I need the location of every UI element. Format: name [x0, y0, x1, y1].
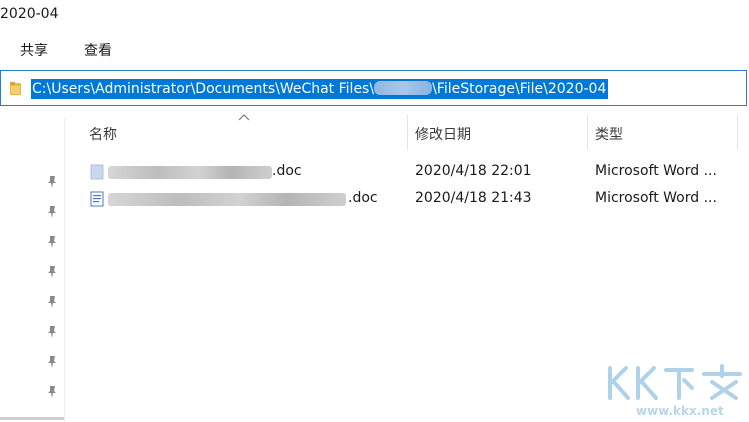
- file-type: Microsoft Word ...: [595, 190, 717, 206]
- pin-icon[interactable]: [46, 355, 58, 369]
- redacted-username: [374, 81, 433, 95]
- file-type: Microsoft Word ...: [595, 163, 717, 179]
- column-header-name[interactable]: 名称: [89, 124, 117, 144]
- folder-icon: [10, 82, 21, 95]
- tab-share[interactable]: 共享: [20, 40, 48, 60]
- word-document-icon: [90, 164, 104, 180]
- address-path-suffix: \FileStorage\File\2020-04: [432, 81, 607, 97]
- pin-icon[interactable]: [46, 265, 58, 279]
- pin-icon[interactable]: [46, 295, 58, 309]
- address-path-prefix: C:\Users\Administrator\Documents\WeChat …: [32, 81, 375, 97]
- redacted-filename: [108, 166, 272, 179]
- pin-icon[interactable]: [46, 235, 58, 249]
- file-extension: .doc: [272, 163, 302, 179]
- file-modified-date: 2020/4/18 21:43: [415, 190, 532, 206]
- navigation-pane-scrollbar[interactable]: [0, 417, 64, 420]
- address-path-input[interactable]: C:\Users\Administrator\Documents\WeChat …: [31, 79, 609, 99]
- pin-icon[interactable]: [46, 325, 58, 339]
- column-divider[interactable]: [407, 115, 408, 150]
- sort-ascending-icon: [238, 114, 250, 121]
- redacted-filename: [108, 193, 346, 206]
- file-row[interactable]: .doc 2020/4/18 21:43 Microsoft Word ...: [88, 188, 749, 210]
- file-row[interactable]: .doc 2020/4/18 22:01 Microsoft Word ...: [88, 161, 749, 183]
- word-document-icon: [90, 191, 104, 207]
- tab-view[interactable]: 查看: [84, 40, 112, 60]
- pin-icon[interactable]: [46, 205, 58, 219]
- watermark-url: www.kkx.net: [636, 404, 724, 418]
- address-bar[interactable]: C:\Users\Administrator\Documents\WeChat …: [0, 70, 747, 106]
- window-title: 2020-04: [0, 6, 59, 22]
- column-divider[interactable]: [737, 115, 738, 150]
- column-header-type[interactable]: 类型: [595, 124, 623, 144]
- column-header-date[interactable]: 修改日期: [415, 124, 471, 144]
- navigation-pane-divider: [64, 118, 65, 422]
- column-divider[interactable]: [587, 115, 588, 150]
- file-extension: .doc: [348, 190, 378, 206]
- pin-icon[interactable]: [46, 175, 58, 189]
- ribbon-tabs: 共享 查看: [0, 40, 749, 62]
- file-modified-date: 2020/4/18 22:01: [415, 163, 532, 179]
- pin-icon[interactable]: [46, 385, 58, 399]
